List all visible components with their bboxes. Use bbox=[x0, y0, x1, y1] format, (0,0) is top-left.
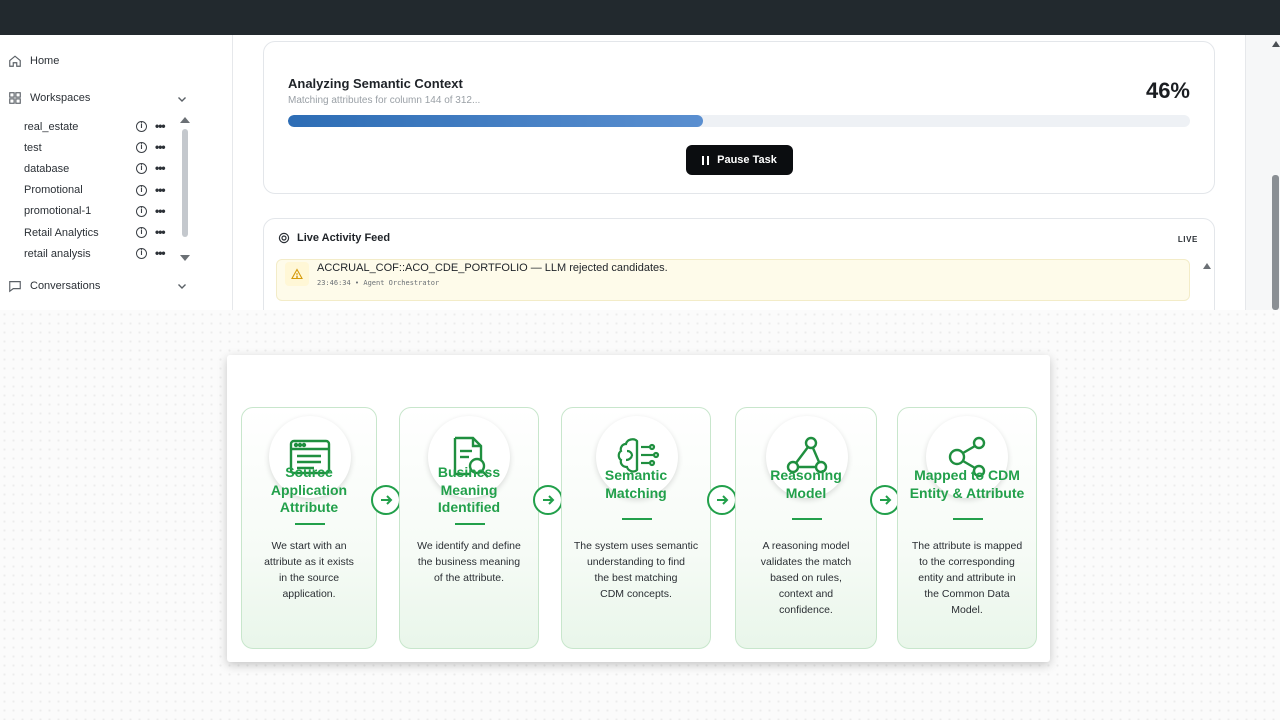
process-diagram: Source Application Attribute We start wi… bbox=[227, 355, 1050, 662]
live-activity-feed: Live Activity Feed LIVE ACCRUAL_COF::ACO… bbox=[263, 218, 1215, 310]
chevron-down-icon[interactable] bbox=[176, 93, 188, 105]
more-options-icon[interactable]: ••• bbox=[155, 204, 166, 218]
info-icon[interactable]: i bbox=[136, 121, 147, 132]
scroll-up-arrow-icon[interactable] bbox=[1272, 41, 1280, 47]
step-card-reasoning-model: Reasoning Model A reasoning model valida… bbox=[735, 407, 877, 649]
top-bar bbox=[0, 0, 1280, 35]
step-description: A reasoning model validates the match ba… bbox=[760, 540, 852, 616]
step-card-source-attribute: Source Application Attribute We start wi… bbox=[241, 407, 377, 649]
feed-scroll-up-arrow-icon[interactable] bbox=[1203, 263, 1211, 269]
task-title: Analyzing Semantic Context bbox=[288, 76, 463, 91]
info-icon[interactable]: i bbox=[136, 163, 147, 175]
activity-icon bbox=[278, 232, 290, 244]
workspace-label: Promotional bbox=[24, 184, 83, 197]
arrow-right-icon bbox=[707, 485, 737, 515]
more-options-icon[interactable]: ••• bbox=[155, 246, 166, 260]
info-icon[interactable]: i bbox=[136, 205, 147, 217]
app-window: Home Workspaces real_estate i ••• test i… bbox=[0, 35, 1280, 310]
home-icon bbox=[9, 55, 21, 67]
sidebar-section-conversations[interactable]: Conversations bbox=[8, 279, 100, 293]
feed-header: Live Activity Feed bbox=[278, 232, 390, 244]
workspace-item[interactable]: Promotional i ••• bbox=[24, 180, 194, 201]
workspace-item[interactable]: test i ••• bbox=[24, 137, 194, 158]
sidebar-section-workspaces[interactable]: Workspaces bbox=[8, 91, 198, 105]
more-options-icon[interactable]: ••• bbox=[155, 225, 166, 239]
workspace-label: retail analysis bbox=[24, 247, 91, 260]
info-icon[interactable]: i bbox=[136, 142, 147, 154]
conversations-label: Conversations bbox=[30, 280, 101, 292]
arrow-right-icon bbox=[533, 485, 563, 515]
scroll-down-arrow-icon[interactable] bbox=[180, 255, 190, 261]
step-title: Mapped to CDM Entity & Attribute bbox=[909, 467, 1025, 501]
step-divider bbox=[622, 518, 652, 520]
workspace-item[interactable]: database i ••• bbox=[24, 158, 194, 179]
warning-icon bbox=[285, 262, 309, 286]
pause-task-label: Pause Task bbox=[717, 154, 777, 166]
pause-icon bbox=[702, 155, 710, 165]
workspace-item[interactable]: Retail Analytics i ••• bbox=[24, 222, 194, 243]
feed-item-meta: 23:46:34 • Agent Orchestrator bbox=[317, 279, 440, 287]
step-title: Business Meaning Identified bbox=[437, 464, 501, 515]
chat-bubble-icon bbox=[9, 281, 21, 293]
step-card-business-meaning: Business Meaning Identified We identify … bbox=[399, 407, 539, 649]
step-divider bbox=[953, 518, 983, 520]
feed-item-message: ACCRUAL_COF::ACO_CDE_PORTFOLIO — LLM rej… bbox=[317, 262, 668, 274]
progress-bar bbox=[288, 115, 1190, 127]
step-card-mapped-to-cdm: Mapped to CDM Entity & Attribute The att… bbox=[897, 407, 1037, 649]
sidebar: Home Workspaces real_estate i ••• test i… bbox=[0, 35, 233, 310]
info-icon[interactable]: i bbox=[136, 184, 147, 196]
task-subtitle: Matching attributes for column 144 of 31… bbox=[288, 95, 481, 106]
step-divider bbox=[792, 518, 822, 520]
workspace-label: real_estate bbox=[24, 120, 79, 133]
diagram-background: Source Application Attribute We start wi… bbox=[0, 310, 1280, 720]
workspace-scrollbar[interactable] bbox=[180, 117, 190, 267]
step-card-semantic-matching: Semantic Matching The system uses semant… bbox=[561, 407, 711, 649]
workspace-label: database bbox=[24, 162, 70, 175]
task-progress-card: Analyzing Semantic Context Matching attr… bbox=[263, 41, 1215, 194]
more-options-icon[interactable]: ••• bbox=[155, 119, 166, 133]
workspace-label: Retail Analytics bbox=[24, 226, 99, 239]
grid-icon bbox=[9, 92, 21, 104]
step-divider bbox=[295, 523, 325, 525]
workspace-list: real_estate i ••• test i ••• database i … bbox=[24, 116, 194, 264]
main-content: Analyzing Semantic Context Matching attr… bbox=[233, 35, 1245, 310]
more-options-icon[interactable]: ••• bbox=[155, 161, 166, 175]
scrollbar-thumb[interactable] bbox=[182, 129, 188, 237]
progress-bar-fill bbox=[288, 115, 703, 127]
workspaces-label: Workspaces bbox=[30, 92, 91, 104]
scrollbar-thumb[interactable] bbox=[1272, 175, 1279, 310]
step-title: Semantic Matching bbox=[604, 467, 668, 501]
task-percent: 46% bbox=[1145, 78, 1190, 103]
scroll-up-arrow-icon[interactable] bbox=[180, 117, 190, 123]
workspace-item[interactable]: promotional-1 i ••• bbox=[24, 201, 194, 222]
live-badge: LIVE bbox=[1177, 235, 1198, 244]
step-divider bbox=[455, 523, 485, 525]
more-options-icon[interactable]: ••• bbox=[155, 140, 166, 154]
info-icon[interactable]: i bbox=[136, 248, 147, 260]
workspace-label: test bbox=[24, 141, 42, 154]
workspace-label: promotional-1 bbox=[24, 205, 92, 218]
info-icon[interactable]: i bbox=[136, 226, 147, 238]
workspace-item[interactable]: retail analysis i ••• bbox=[24, 243, 194, 264]
arrow-right-icon bbox=[870, 485, 900, 515]
step-description: The attribute is mapped to the correspon… bbox=[911, 540, 1023, 616]
chevron-down-icon[interactable] bbox=[176, 280, 188, 292]
page-scrollbar[interactable] bbox=[1245, 35, 1280, 310]
step-title: Source Application Attribute bbox=[270, 464, 348, 515]
step-title: Reasoning Model bbox=[770, 467, 842, 501]
sidebar-item-home[interactable]: Home bbox=[8, 54, 59, 68]
step-description: The system uses semantic understanding t… bbox=[573, 540, 699, 600]
sidebar-home-label: Home bbox=[30, 55, 60, 67]
arrow-right-icon bbox=[371, 485, 401, 515]
more-options-icon[interactable]: ••• bbox=[155, 183, 166, 197]
feed-item[interactable]: ACCRUAL_COF::ACO_CDE_PORTFOLIO — LLM rej… bbox=[276, 259, 1190, 301]
pause-task-button[interactable]: Pause Task bbox=[686, 145, 793, 175]
step-description: We identify and define the business mean… bbox=[417, 540, 521, 584]
step-description: We start with an attribute as it exists … bbox=[264, 540, 354, 600]
workspace-item[interactable]: real_estate i ••• bbox=[24, 116, 194, 137]
feed-title: Live Activity Feed bbox=[297, 232, 391, 244]
